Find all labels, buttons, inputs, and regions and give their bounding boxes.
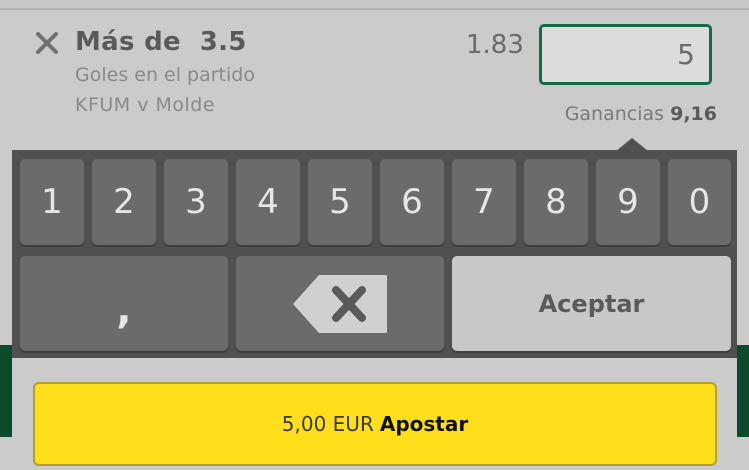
selection-odds: 1.83	[466, 30, 524, 60]
key-1[interactable]: 1	[20, 159, 84, 245]
key-comma[interactable]: ,	[20, 256, 228, 351]
event-name: KFUM v Molde	[75, 94, 216, 116]
key-2[interactable]: 2	[92, 159, 156, 245]
accept-button[interactable]: Aceptar	[452, 256, 731, 351]
place-bet-button[interactable]: 5,00 EUR Apostar	[33, 382, 717, 466]
key-backspace[interactable]	[236, 256, 444, 351]
market-name: Goles en el partido	[75, 64, 255, 86]
background-strip-left	[0, 345, 12, 437]
key-5[interactable]: 5	[308, 159, 372, 245]
key-7[interactable]: 7	[452, 159, 516, 245]
potential-winnings: Ganancias 9,16	[565, 103, 717, 125]
key-0[interactable]: 0	[668, 159, 731, 245]
numeric-keypad: 1 2 3 4 5 6 7 8 9 0 , Aceptar	[12, 150, 737, 358]
selection-title: Más de 3.5	[75, 27, 247, 57]
key-4[interactable]: 4	[236, 159, 300, 245]
bet-amount: 5,00 EUR	[281, 412, 374, 436]
backspace-icon	[293, 274, 387, 333]
bet-slip-selection: Más de 3.5 Goles en el partido KFUM v Mo…	[12, 10, 737, 152]
bet-label: Apostar	[379, 412, 469, 436]
winnings-label: Ganancias	[564, 103, 665, 125]
stake-input[interactable]	[539, 24, 712, 85]
close-icon[interactable]	[34, 30, 60, 56]
key-6[interactable]: 6	[380, 159, 444, 245]
winnings-value: 9,16	[670, 103, 717, 125]
background-strip-right	[737, 345, 749, 437]
key-8[interactable]: 8	[524, 159, 588, 245]
key-3[interactable]: 3	[164, 159, 228, 245]
key-9[interactable]: 9	[596, 159, 660, 245]
top-divider	[0, 0, 749, 10]
